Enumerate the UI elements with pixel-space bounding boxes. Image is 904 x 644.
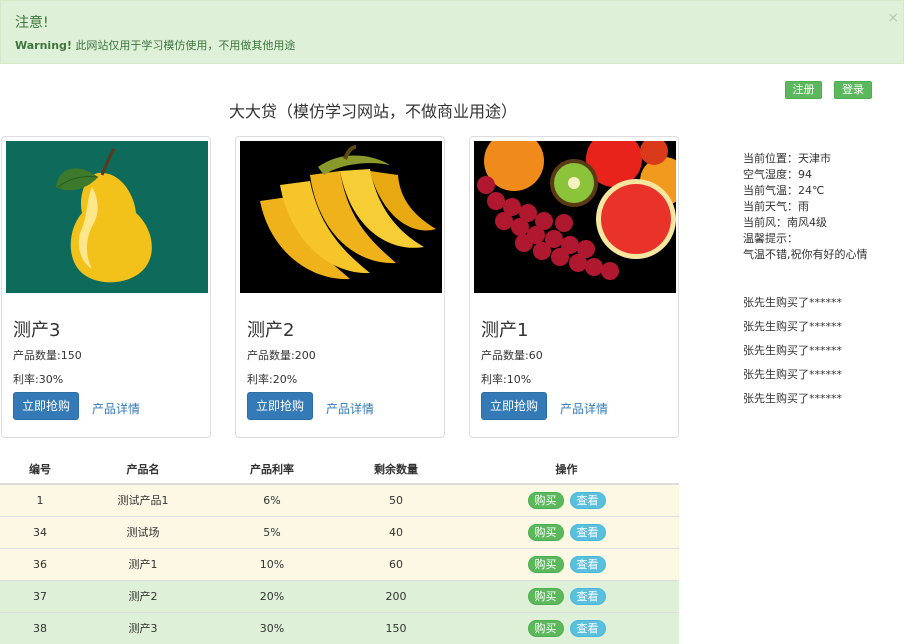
cell-name: 测产1: [80, 547, 206, 580]
table-row: 1 测试产品1 6% 50 购买 查看: [0, 483, 679, 516]
weather-location: 当前位置：天津市: [743, 152, 831, 165]
weather-panel: 当前位置：天津市 空气湿度：94 当前气温：24℃ 当前天气：雨 当前风：南风4…: [743, 151, 868, 263]
pear-image: [6, 141, 208, 293]
product-table: 编号 产品名 产品利率 剩余数量 操作 1 测试产品1 6% 50 购买 查看 3…: [0, 454, 679, 644]
purchase-item: 张先生购买了******: [743, 344, 842, 357]
cell-name: 测试产品1: [80, 483, 206, 516]
product-card: 测产2 产品数量:200 利率:20% 立即抢购 产品详情: [235, 136, 445, 438]
buy-button[interactable]: 购买: [527, 491, 564, 509]
weather-wind: 当前风：南风4级: [743, 216, 827, 229]
view-button[interactable]: 查看: [569, 587, 606, 605]
col-header-remain: 剩余数量: [338, 454, 454, 485]
cell-rate: 6%: [206, 483, 338, 516]
product-rate: 利率:30%: [13, 373, 64, 386]
product-quantity: 产品数量:200: [247, 349, 316, 362]
buy-now-button[interactable]: 立即抢购: [13, 392, 79, 420]
table-header-row: 编号 产品名 产品利率 剩余数量 操作: [0, 454, 679, 485]
col-header-action: 操作: [454, 454, 679, 485]
col-header-id: 编号: [0, 454, 80, 485]
product-name: 测产2: [247, 320, 295, 341]
warning-alert: 注意! Warning! 此网站仅用于学习模仿使用，不用做其他用途 ×: [0, 0, 904, 64]
product-rate: 利率:10%: [481, 373, 532, 386]
alert-title: 注意!: [15, 15, 49, 31]
cell-actions: 购买 查看: [454, 547, 679, 580]
banana-image: [240, 141, 442, 293]
cell-rate: 20%: [206, 579, 338, 612]
col-header-rate: 产品利率: [206, 454, 338, 485]
weather-humidity: 空气湿度：94: [743, 168, 812, 181]
alert-close-icon[interactable]: ×: [887, 10, 899, 26]
purchase-item: 张先生购买了******: [743, 296, 842, 309]
view-button[interactable]: 查看: [569, 555, 606, 573]
site-title: 大大贷（模仿学习网站，不做商业用途）: [229, 102, 518, 121]
cell-id: 34: [0, 515, 80, 548]
product-quantity: 产品数量:60: [481, 349, 543, 362]
product-detail-link[interactable]: 产品详情: [92, 400, 140, 417]
cell-remain: 60: [338, 547, 454, 580]
product-rate: 利率:20%: [247, 373, 298, 386]
cell-rate: 5%: [206, 515, 338, 548]
cell-remain: 150: [338, 611, 454, 644]
cell-remain: 40: [338, 515, 454, 548]
purchase-feed: 张先生购买了****** 张先生购买了****** 张先生购买了****** 张…: [743, 294, 842, 414]
buy-button[interactable]: 购买: [527, 555, 564, 573]
view-button[interactable]: 查看: [569, 491, 606, 509]
weather-temperature: 当前气温：24℃: [743, 184, 825, 197]
weather-tip-label: 温馨提示：: [743, 232, 798, 245]
cell-rate: 30%: [206, 611, 338, 644]
col-header-name: 产品名: [80, 454, 206, 485]
cell-id: 1: [0, 483, 80, 516]
buy-now-button[interactable]: 立即抢购: [481, 392, 547, 420]
product-card: 测产1 产品数量:60 利率:10% 立即抢购 产品详情: [469, 136, 679, 438]
buy-button[interactable]: 购买: [527, 587, 564, 605]
table-row: 36 测产1 10% 60 购买 查看: [0, 547, 679, 580]
buy-now-button[interactable]: 立即抢购: [247, 392, 313, 420]
purchase-item: 张先生购买了******: [743, 320, 842, 333]
weather-tip: 气温不错,祝你有好的心情: [743, 248, 868, 261]
cell-name: 测试场: [80, 515, 206, 548]
alert-text: 此网站仅用于学习模仿使用，不用做其他用途: [71, 39, 296, 52]
alert-message: Warning! 此网站仅用于学习模仿使用，不用做其他用途: [15, 37, 295, 53]
cell-actions: 购买 查看: [454, 611, 679, 644]
cell-actions: 购买 查看: [454, 515, 679, 548]
cell-id: 37: [0, 579, 80, 612]
register-button[interactable]: 注册: [785, 81, 822, 99]
view-button[interactable]: 查看: [569, 619, 606, 637]
product-name: 测产3: [13, 320, 61, 341]
cell-name: 测产3: [80, 611, 206, 644]
table-row: 34 测试场 5% 40 购买 查看: [0, 515, 679, 548]
buy-button[interactable]: 购买: [527, 523, 564, 541]
cell-actions: 购买 查看: [454, 483, 679, 516]
cell-name: 测产2: [80, 579, 206, 612]
table-row: 38 测产3 30% 150 购买 查看: [0, 611, 679, 644]
cell-id: 36: [0, 547, 80, 580]
product-quantity: 产品数量:150: [13, 349, 82, 362]
view-button[interactable]: 查看: [569, 523, 606, 541]
alert-strong: Warning!: [15, 39, 72, 52]
product-name: 测产1: [481, 320, 529, 341]
product-card: 测产3 产品数量:150 利率:30% 立即抢购 产品详情: [1, 136, 211, 438]
weather-sky: 当前天气：雨: [743, 200, 809, 213]
cell-rate: 10%: [206, 547, 338, 580]
purchase-item: 张先生购买了******: [743, 368, 842, 381]
product-detail-link[interactable]: 产品详情: [326, 400, 374, 417]
table-row: 37 测产2 20% 200 购买 查看: [0, 579, 679, 612]
login-button[interactable]: 登录: [834, 81, 872, 99]
purchase-item: 张先生购买了******: [743, 392, 842, 405]
cell-remain: 200: [338, 579, 454, 612]
product-detail-link[interactable]: 产品详情: [560, 400, 608, 417]
mixed-fruit-image: [474, 141, 676, 293]
cell-actions: 购买 查看: [454, 579, 679, 612]
cell-remain: 50: [338, 483, 454, 516]
buy-button[interactable]: 购买: [527, 619, 564, 637]
cell-id: 38: [0, 611, 80, 644]
